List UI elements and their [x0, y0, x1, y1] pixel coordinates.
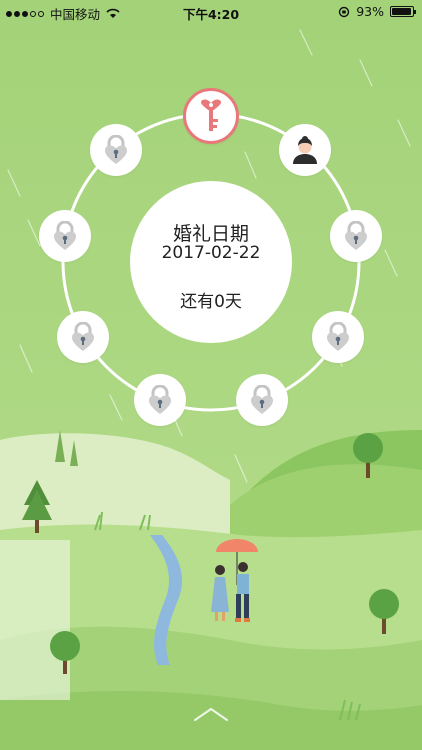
lock-icon: [149, 385, 171, 414]
lock-node[interactable]: [57, 311, 109, 363]
lock-icon: [327, 322, 349, 351]
wedding-countdown-card: 婚礼日期 2017-02-22 还有0天: [130, 181, 292, 343]
wedding-date-value: 2017-02-22: [161, 243, 261, 263]
wedding-date-title: 婚礼日期: [172, 223, 249, 245]
heart-key-icon: [201, 99, 221, 131]
lock-node[interactable]: [90, 124, 142, 176]
lock-icon: [105, 135, 127, 164]
lock-node[interactable]: [236, 374, 288, 426]
lock-icon: [251, 385, 273, 414]
key-node[interactable]: [183, 88, 239, 144]
lock-node[interactable]: [312, 311, 364, 363]
lock-icon: [345, 221, 367, 250]
status-right: 93%: [338, 4, 416, 19]
avatar-icon: [293, 136, 317, 164]
lock-icon: [54, 221, 76, 250]
avatar-node[interactable]: [279, 124, 331, 176]
status-bar: 中国移动 下午4:20 93%: [0, 0, 422, 24]
lock-node[interactable]: [39, 210, 91, 262]
chevron-up-icon[interactable]: [191, 704, 231, 724]
lock-node[interactable]: [134, 374, 186, 426]
lock-icon: [72, 322, 94, 351]
lock-node[interactable]: [330, 210, 382, 262]
days-remaining-label: 还有0天: [180, 292, 242, 312]
battery-percent: 93%: [356, 4, 384, 19]
battery-icon: [390, 6, 416, 17]
orientation-lock-icon: [339, 6, 350, 17]
